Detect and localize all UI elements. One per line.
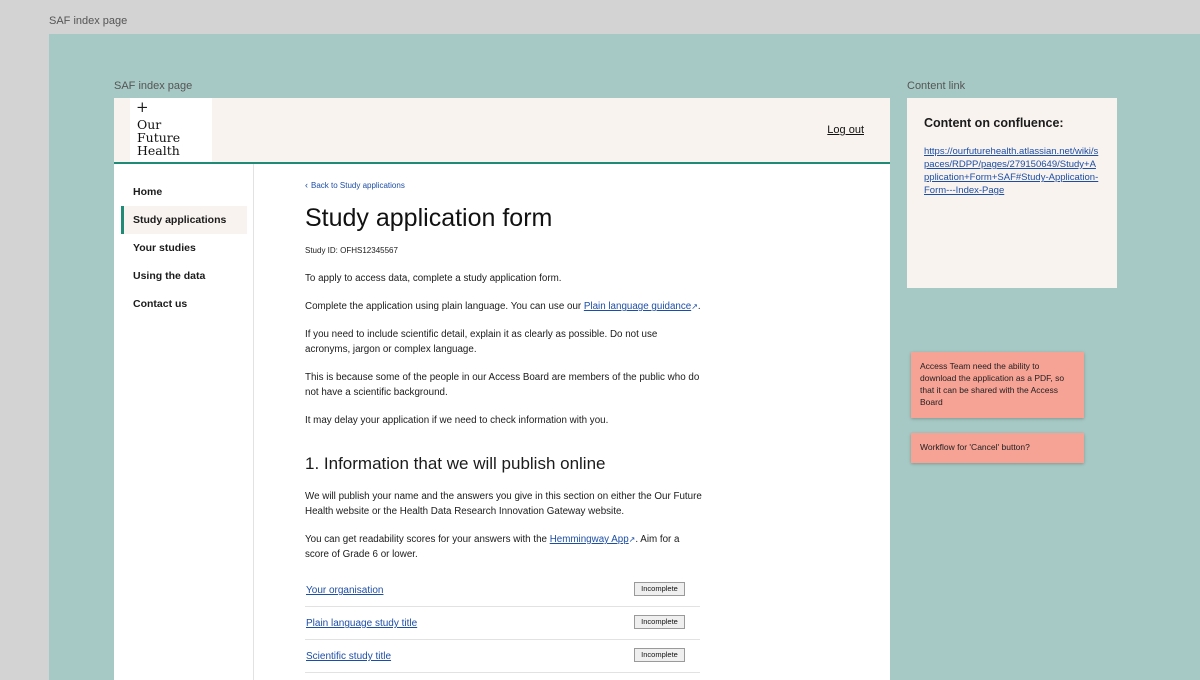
sidebar-nav: Home Study applications Your studies Usi… bbox=[114, 164, 254, 680]
plain-language-guidance-link[interactable]: Plain language guidance bbox=[584, 301, 691, 312]
paragraph-text: . bbox=[697, 301, 701, 312]
readability-paragraph: You can get readability scores for your … bbox=[305, 532, 705, 562]
logo-text-line: Health bbox=[137, 143, 180, 158]
task-link-your-organisation[interactable]: Your organisation bbox=[306, 585, 383, 596]
study-id: Study ID: OFHS12345567 bbox=[305, 246, 398, 255]
task-list-item: Scientific study title Incomplete bbox=[305, 639, 700, 673]
section-heading: 1. Information that we will publish onli… bbox=[305, 454, 606, 473]
logo-plus-icon: + bbox=[136, 98, 149, 116]
access-board-paragraph: This is because some of the people in ou… bbox=[305, 372, 700, 398]
logo[interactable]: + Our Future Health bbox=[130, 98, 212, 162]
frame-label: SAF index page bbox=[114, 80, 193, 92]
publish-paragraph: We will publish your name and the answer… bbox=[305, 491, 702, 517]
paragraph-text: You can get readability scores for your … bbox=[305, 534, 550, 545]
plain-language-paragraph: Complete the application using plain lan… bbox=[305, 299, 705, 314]
page-mockup: + Our Future Health Log out Home Study a… bbox=[114, 98, 890, 680]
sidebar-item-contact-us[interactable]: Contact us bbox=[121, 290, 247, 318]
sidebar-item-home[interactable]: Home bbox=[121, 178, 247, 206]
sticky-note[interactable]: Workflow for 'Cancel' button? bbox=[911, 433, 1084, 463]
delay-paragraph: It may delay your application if we need… bbox=[305, 415, 609, 426]
task-list-item: Your organisation Incomplete bbox=[305, 573, 700, 607]
intro-paragraph: To apply to access data, complete a stud… bbox=[305, 273, 562, 284]
status-badge: Incomplete bbox=[634, 648, 685, 662]
task-link-plain-language-study-title[interactable]: Plain language study title bbox=[306, 618, 417, 629]
panel-label: Content link bbox=[907, 80, 966, 92]
status-badge: Incomplete bbox=[634, 615, 685, 629]
panel-title: Content on confluence: bbox=[924, 116, 1064, 130]
external-link-icon: ↗ bbox=[691, 302, 698, 311]
task-list-item: Plain language study title Incomplete bbox=[305, 606, 700, 640]
back-link-label: Back to Study applications bbox=[311, 181, 405, 190]
sidebar-item-study-applications[interactable]: Study applications bbox=[121, 206, 247, 234]
site-header: + Our Future Health Log out bbox=[114, 98, 890, 164]
sticky-note[interactable]: Access Team need the ability to download… bbox=[911, 352, 1084, 418]
log-out-link[interactable]: Log out bbox=[827, 124, 864, 136]
sidebar-item-your-studies[interactable]: Your studies bbox=[121, 234, 247, 262]
sidebar-item-using-the-data[interactable]: Using the data bbox=[121, 262, 247, 290]
scientific-detail-paragraph: If you need to include scientific detail… bbox=[305, 329, 658, 355]
page-title: Study application form bbox=[305, 204, 553, 232]
canvas-top-label: SAF index page bbox=[49, 15, 128, 27]
status-badge: Incomplete bbox=[634, 582, 685, 596]
hemmingway-app-link[interactable]: Hemmingway App bbox=[550, 534, 629, 545]
task-link-scientific-study-title[interactable]: Scientific study title bbox=[306, 651, 391, 662]
confluence-link[interactable]: https://ourfuturehealth.atlassian.net/wi… bbox=[924, 145, 1099, 197]
content-link-panel: Content on confluence: https://ourfuture… bbox=[907, 98, 1117, 288]
chevron-left-icon: ‹ bbox=[305, 180, 308, 190]
back-link[interactable]: ‹ Back to Study applications bbox=[305, 180, 405, 190]
paragraph-text: Complete the application using plain lan… bbox=[305, 301, 584, 312]
